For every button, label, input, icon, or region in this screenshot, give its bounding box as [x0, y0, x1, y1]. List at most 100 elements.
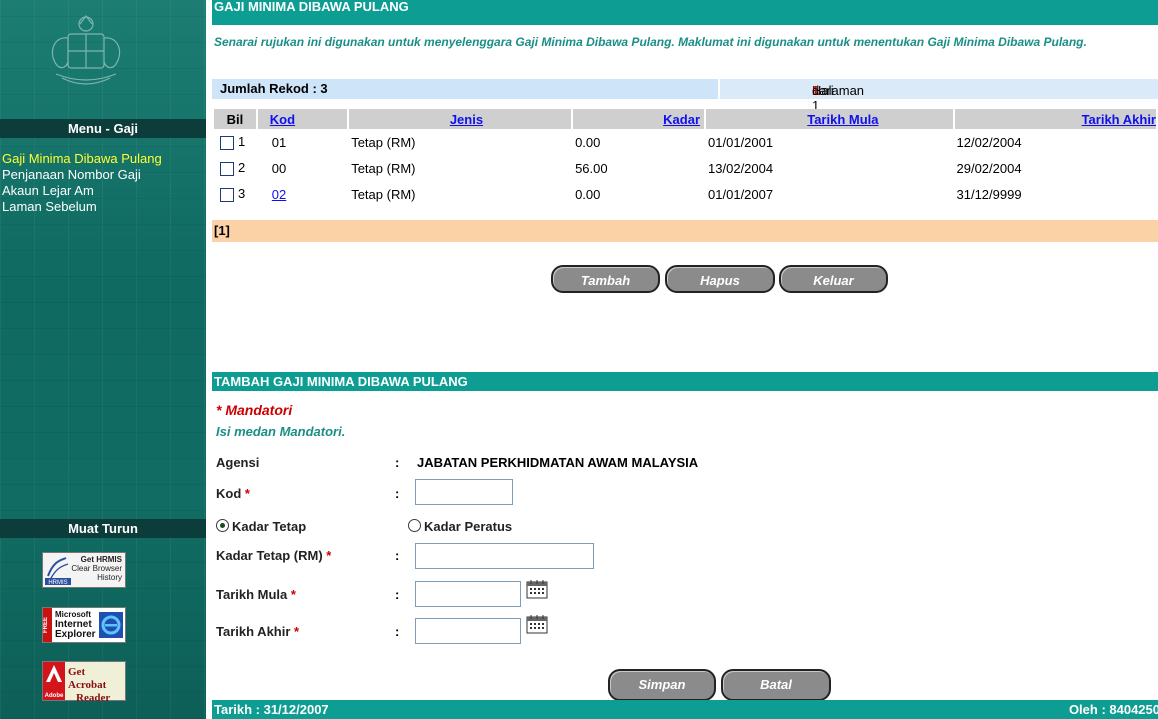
table-row: 2 00 Tetap (RM) 56.00 13/02/2004 29/02/2…	[214, 155, 1156, 181]
row-bil: 3	[238, 186, 246, 202]
row-kadar: 56.00	[575, 160, 608, 176]
record-summary-bar: Jumlah Rekod : 3 Halaman 1 dari 1	[212, 79, 1158, 113]
coat-of-arms-logo	[51, 15, 121, 85]
table-row: 3 02 Tetap (RM) 0.00 01/01/2007 31/12/99…	[214, 181, 1156, 207]
kod-label-text: Kod	[216, 486, 242, 501]
download-header: Muat Turun	[0, 519, 206, 538]
get-internet-explorer-button[interactable]: FREE Microsoft Internet Explorer	[42, 607, 126, 643]
radio-kadar-peratus[interactable]: Kadar Peratus	[408, 519, 512, 534]
column-header-jenis[interactable]: Jenis	[450, 112, 483, 127]
required-star: *	[294, 624, 300, 639]
column-header-kadar[interactable]: Kadar	[663, 112, 700, 127]
hrmis-logo-text: HRMIS	[48, 580, 67, 586]
column-header-kod[interactable]: Kod	[270, 112, 295, 127]
row-tarikh-mula: 13/02/2004	[708, 160, 774, 176]
acrobat-line2: Reader	[76, 692, 111, 704]
row-kadar: 0.00	[575, 134, 601, 150]
menu-header: Menu - Gaji	[0, 119, 206, 138]
row-tarikh-mula: 01/01/2001	[708, 134, 774, 150]
calendar-icon[interactable]	[526, 579, 548, 599]
internet-explorer-icon	[99, 612, 123, 638]
row-jenis: Tetap (RM)	[351, 134, 416, 150]
record-count: Jumlah Rekod : 3	[220, 81, 328, 96]
sidebar-item-penjanaan-nombor-gaji[interactable]: Penjanaan Nombor Gaji	[0, 167, 206, 183]
page-indicator: Halaman 1 dari 1	[718, 79, 1158, 113]
keluar-button[interactable]: Keluar	[779, 265, 888, 293]
radio-unselected-icon[interactable]	[408, 519, 421, 532]
adobe-brand: Adobe	[44, 693, 64, 699]
column-header-bil: Bil	[214, 109, 256, 129]
row-kod: 00	[271, 160, 287, 176]
free-badge: FREE	[43, 608, 52, 642]
radio-kadar-peratus-label: Kadar Peratus	[424, 519, 513, 534]
ie-line3: Explorer	[55, 629, 96, 640]
kod-colon: :	[395, 486, 400, 501]
tambah-button[interactable]: Tambah	[551, 265, 660, 293]
get-hrmis-button[interactable]: HRMIS Get HRMIS Clear Browser History	[42, 552, 126, 588]
hapus-button[interactable]: Hapus	[665, 265, 775, 293]
agensi-value: JABATAN PERKHIDMATAN AWAM MALAYSIA	[417, 455, 699, 470]
section-title: GAJI MINIMA DIBAWA PULANG	[212, 0, 1158, 25]
kadar-tetap-label: Kadar Tetap (RM) *	[216, 548, 331, 563]
agensi-colon: :	[395, 455, 400, 470]
hrmis-line3: History	[97, 573, 122, 582]
tarikh-mula-input[interactable]	[415, 581, 521, 607]
adobe-logo-icon	[46, 665, 62, 682]
acrobat-line1: Get Acrobat	[68, 666, 107, 691]
form-title: TAMBAH GAJI MINIMA DIBAWA PULANG	[212, 372, 1158, 391]
row-tarikh-mula: 01/01/2007	[708, 186, 774, 202]
radio-kadar-tetap[interactable]: Kadar Tetap	[216, 519, 306, 534]
row-checkbox[interactable]	[220, 161, 234, 176]
sidebar-menu: Gaji Minima Dibawa Pulang Penjanaan Nomb…	[0, 151, 206, 215]
section-title-text: GAJI MINIMA DIBAWA PULANG	[214, 0, 409, 14]
required-star: *	[326, 548, 332, 563]
batal-button[interactable]: Batal	[721, 669, 831, 701]
radio-selected-icon[interactable]	[216, 519, 229, 532]
row-tarikh-akhir: 29/02/2004	[956, 160, 1022, 176]
row-kadar: 0.00	[575, 186, 601, 202]
tarikh-mula-label: Tarikh Mula *	[216, 587, 296, 602]
records-table: Bil Kod Jenis Kadar Tarikh Mula Tarikh A…	[212, 109, 1158, 207]
sidebar-item-laman-sebelum[interactable]: Laman Sebelum	[0, 199, 206, 215]
footer-bar: Tarikh : 31/12/2007 Oleh : 8404250	[212, 700, 1158, 719]
table-header-row: Bil Kod Jenis Kadar Tarikh Mula Tarikh A…	[214, 109, 1156, 129]
sidebar-item-gaji-minima[interactable]: Gaji Minima Dibawa Pulang	[0, 151, 206, 167]
hrmis-logo-icon: HRMIS	[45, 557, 71, 586]
tarikh-akhir-label-text: Tarikh Akhir	[216, 624, 291, 639]
pagination-page-1[interactable]: [1]	[214, 223, 230, 238]
main-content: GAJI MINIMA DIBAWA PULANG Senarai rujuka…	[212, 0, 1158, 719]
row-kod-link[interactable]: 02	[272, 187, 286, 202]
row-kod: 01	[271, 134, 287, 150]
column-header-tarikh-akhir[interactable]: Tarikh Akhir	[1082, 112, 1156, 127]
row-checkbox[interactable]	[220, 187, 234, 202]
section-description: Senarai rujukan ini digunakan untuk meny…	[214, 35, 1087, 49]
row-jenis: Tetap (RM)	[351, 186, 416, 202]
tarikh-akhir-input[interactable]	[415, 618, 521, 644]
calendar-icon[interactable]	[526, 614, 548, 634]
kadar-tetap-input[interactable]	[415, 543, 594, 569]
kod-label: Kod *	[216, 486, 250, 501]
column-header-tarikh-mula[interactable]: Tarikh Mula	[807, 112, 878, 127]
tarikh-akhir-label: Tarikh Akhir *	[216, 624, 299, 639]
footer-date: Tarikh : 31/12/2007	[214, 702, 329, 717]
radio-kadar-tetap-label: Kadar Tetap	[232, 519, 307, 534]
sidebar-item-akaun-lejar-am[interactable]: Akaun Lejar Am	[0, 183, 206, 199]
pagination-bar: [1]	[212, 220, 1158, 242]
kadar-tetap-label-text: Kadar Tetap (RM)	[216, 548, 323, 563]
sidebar: Menu - Gaji Gaji Minima Dibawa Pulang Pe…	[0, 0, 206, 719]
hrmis-line1: Get HRMIS	[80, 555, 122, 564]
simpan-button[interactable]: Simpan	[608, 669, 716, 701]
row-checkbox[interactable]	[220, 135, 234, 150]
kadar-tetap-colon: :	[395, 548, 400, 563]
tarikh-mula-label-text: Tarikh Mula	[216, 587, 288, 602]
row-tarikh-akhir: 12/02/2004	[956, 134, 1022, 150]
hrmis-line2: Clear Browser	[71, 564, 122, 573]
kod-input[interactable]	[415, 479, 513, 505]
table-row: 1 01 Tetap (RM) 0.00 01/01/2001 12/02/20…	[214, 129, 1156, 155]
row-bil: 1	[238, 134, 246, 150]
tarikh-akhir-colon: :	[395, 624, 400, 639]
footer-user: Oleh : 8404250	[1068, 702, 1158, 717]
row-tarikh-akhir: 31/12/9999	[956, 186, 1022, 202]
row-bil: 2	[238, 160, 246, 176]
get-acrobat-reader-button[interactable]: Adobe Get Acrobat Reader	[42, 661, 126, 704]
